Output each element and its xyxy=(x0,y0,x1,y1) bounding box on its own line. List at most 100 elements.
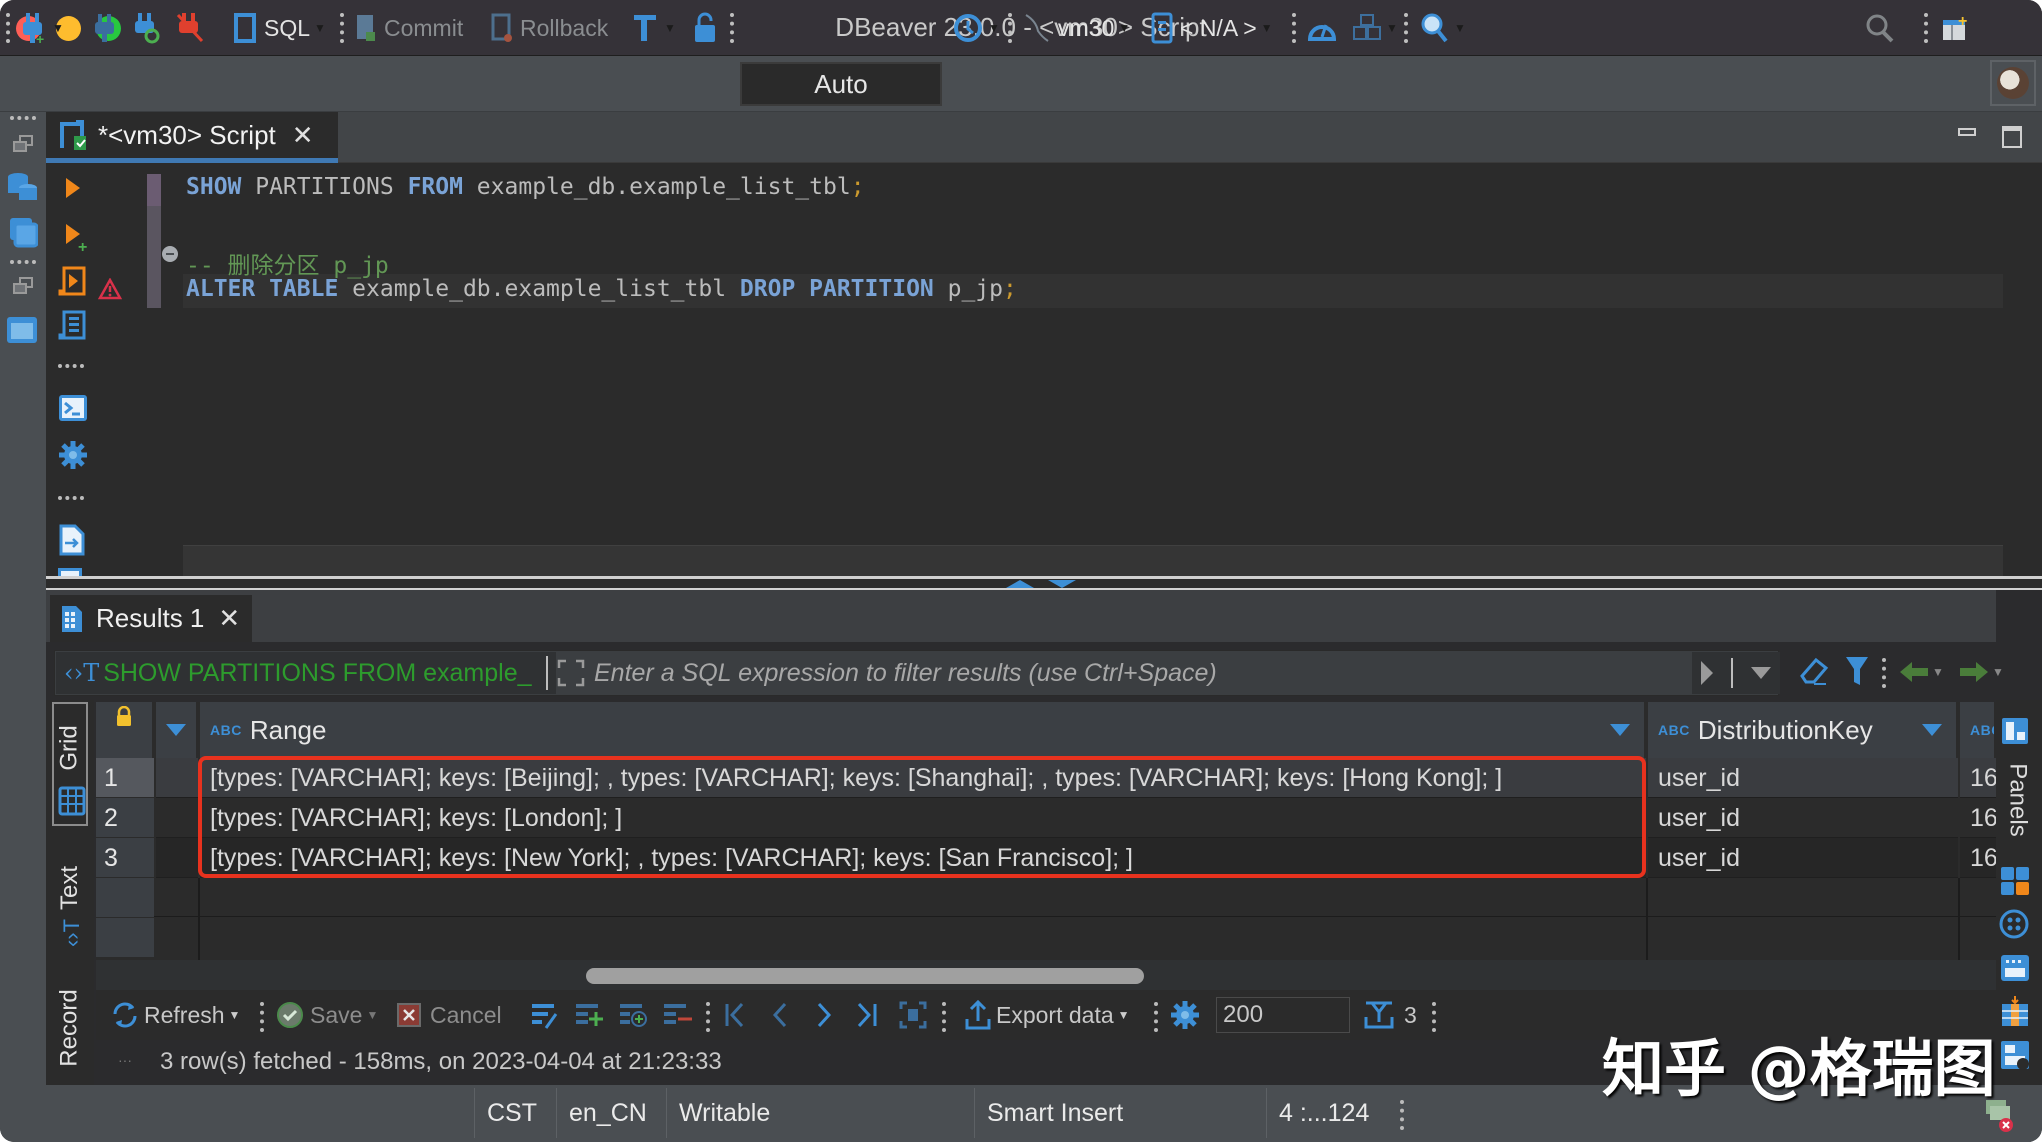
delete-row-button[interactable] xyxy=(662,996,694,1034)
sql-editor[interactable] xyxy=(46,163,2042,577)
properties-view-button[interactable] xyxy=(6,316,38,349)
tab-vm30-script[interactable]: *<vm30> Script ✕ xyxy=(46,112,338,163)
execute-script-button[interactable] xyxy=(58,264,90,303)
explain-plan-button[interactable] xyxy=(58,308,90,347)
minimize-editor-button[interactable] xyxy=(1958,128,1976,136)
lock-button[interactable] xyxy=(692,10,718,46)
maximize-editor-button[interactable] xyxy=(2002,126,2022,148)
row-number[interactable]: 3 xyxy=(96,838,154,878)
metadata-panel-button[interactable] xyxy=(2000,996,2030,1033)
next-page-button[interactable] xyxy=(814,996,834,1034)
execute-in-new-tab-button[interactable]: + xyxy=(64,222,92,257)
column-header-range[interactable]: ABC Range xyxy=(200,702,1646,758)
fetch-size-input[interactable]: 200 xyxy=(1216,997,1350,1033)
clear-filter-button[interactable] xyxy=(1798,654,1830,693)
filter-input[interactable]: Enter a SQL expression to filter results… xyxy=(594,652,1694,694)
cell-truncated[interactable]: 16 xyxy=(1960,838,1996,878)
first-page-button[interactable] xyxy=(722,996,748,1034)
cell-distribution-key[interactable]: user_id xyxy=(1648,838,1958,878)
row-number[interactable]: 1 xyxy=(96,758,154,798)
row-options-cell[interactable] xyxy=(156,838,198,878)
commit-button[interactable]: Commit xyxy=(354,10,463,46)
active-datasource-select[interactable]: vm30 ▼ xyxy=(1022,10,1130,46)
apply-filter-button[interactable] xyxy=(1701,661,1713,685)
dashboard-button[interactable] xyxy=(1306,10,1338,46)
cell-truncated[interactable]: 16 xyxy=(1960,798,1996,838)
restore-view-button[interactable] xyxy=(12,276,34,301)
database-navigator-button[interactable] xyxy=(6,170,38,209)
maximize-results-arrow-icon[interactable] xyxy=(1048,580,1076,588)
transaction-mode-select[interactable]: Auto xyxy=(740,62,942,106)
cell-truncated[interactable]: 16 xyxy=(1960,758,1996,798)
tab-results-1[interactable]: Results 1 ✕ xyxy=(50,595,252,642)
results-settings-button[interactable] xyxy=(1170,996,1200,1034)
column-header-distributionkey[interactable]: ABC DistributionKey xyxy=(1648,702,1958,758)
row-options-column[interactable] xyxy=(156,702,198,758)
fold-collapse-icon[interactable] xyxy=(162,246,178,262)
view-tab-grid[interactable]: Grid xyxy=(52,702,88,826)
history-button[interactable]: ▼ xyxy=(952,10,1000,46)
restore-view-button[interactable] xyxy=(12,134,34,159)
reconnect-button[interactable] xyxy=(132,10,162,46)
disconnect-all-button[interactable] xyxy=(176,10,204,46)
new-table-perspective-button[interactable]: + xyxy=(1940,10,1972,46)
open-terminal-button[interactable] xyxy=(58,394,88,427)
filter-history-dropdown[interactable] xyxy=(1751,667,1771,679)
expand-query-button[interactable] xyxy=(556,658,586,688)
search-tool-button[interactable]: ▼ xyxy=(1420,10,1466,46)
close-tab-icon[interactable]: ✕ xyxy=(292,120,314,151)
grouping-panel-button[interactable] xyxy=(1998,908,2030,945)
disconnect-button[interactable] xyxy=(92,10,118,46)
panels-label[interactable]: Panels xyxy=(1998,752,2038,848)
calculator-panel-button[interactable] xyxy=(2000,866,2030,901)
perspective-button[interactable] xyxy=(1990,60,2036,106)
fetch-next-page-button[interactable]: 3 xyxy=(1362,996,1417,1034)
execute-statement-button[interactable] xyxy=(64,176,82,205)
editor-horizontal-scrollbar[interactable] xyxy=(183,545,2003,577)
new-connection-button[interactable]: + ▼ xyxy=(18,10,64,46)
source-query-label[interactable]: ‹›T SHOW PARTITIONS FROM example_ xyxy=(56,652,556,694)
refresh-button[interactable]: Refresh ▼ xyxy=(110,996,240,1034)
filter-settings-button[interactable] xyxy=(1844,654,1870,693)
export-script-button[interactable] xyxy=(58,524,86,561)
export-data-button[interactable]: Export data ▼ xyxy=(964,996,1130,1034)
row-number[interactable]: 2 xyxy=(96,798,154,838)
view-tab-text[interactable]: Text ‹›T xyxy=(52,844,88,948)
column-header-truncated[interactable]: ABC xyxy=(1960,702,1996,758)
maximize-editor-arrow-icon[interactable] xyxy=(1006,580,1034,588)
editor-settings-button[interactable] xyxy=(58,440,88,475)
cell-distribution-key[interactable]: user_id xyxy=(1648,758,1958,798)
copy-row-button[interactable] xyxy=(618,996,650,1034)
status-more-icon[interactable]: ··· xyxy=(118,1052,132,1068)
error-warning-icon[interactable] xyxy=(97,277,123,305)
navigate-forward-button[interactable]: ▼ xyxy=(1958,660,2004,684)
close-tab-icon[interactable]: ✕ xyxy=(218,603,240,634)
navigate-back-button[interactable]: ▼ xyxy=(1898,660,1944,684)
previous-page-button[interactable] xyxy=(770,996,790,1034)
tasks-button[interactable]: ▼ xyxy=(1352,10,1398,46)
edit-row-button[interactable] xyxy=(530,996,562,1034)
add-row-button[interactable] xyxy=(574,996,606,1034)
projects-button[interactable] xyxy=(8,216,39,253)
row-options-cell[interactable] xyxy=(156,758,198,798)
column-sort-icon[interactable] xyxy=(1610,724,1630,736)
status-insert-mode[interactable]: Smart Insert xyxy=(974,1088,1266,1138)
row-options-cell[interactable] xyxy=(156,798,198,838)
active-schema-select[interactable]: < N/A > ▼ xyxy=(1150,10,1273,46)
global-search-button[interactable] xyxy=(1864,10,1896,46)
panels-toggle-button[interactable] xyxy=(2000,716,2030,753)
cancel-button[interactable]: Cancel xyxy=(396,996,502,1034)
save-button[interactable]: Save ▼ xyxy=(276,996,378,1034)
rollback-button[interactable]: Rollback xyxy=(490,10,608,46)
column-sort-icon[interactable] xyxy=(1922,724,1942,736)
editor-results-sash[interactable] xyxy=(46,576,2042,590)
references-panel-button[interactable] xyxy=(2000,1040,2030,1075)
last-page-button[interactable] xyxy=(854,996,880,1034)
view-tab-record[interactable]: Record xyxy=(52,970,88,1085)
scrollbar-thumb[interactable] xyxy=(586,968,1144,984)
value-viewer-panel-button[interactable] xyxy=(2000,954,2030,987)
fetch-all-button[interactable] xyxy=(898,996,928,1034)
cell-distribution-key[interactable]: user_id xyxy=(1648,798,1958,838)
transaction-mode-button[interactable]: ▼ xyxy=(632,10,676,46)
sql-editor-button[interactable]: SQL ▼ xyxy=(232,10,326,46)
